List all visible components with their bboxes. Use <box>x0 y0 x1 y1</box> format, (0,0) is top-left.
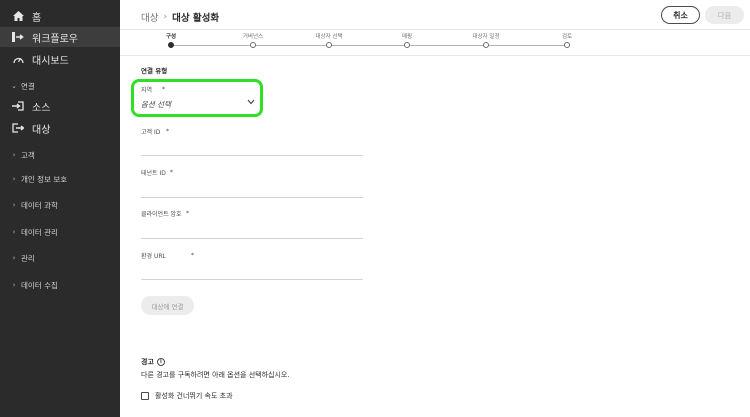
required-mark: * <box>191 252 194 259</box>
sidebar: 홈 워크플로우 대시보드 ⌄ 연결 소스 대상 › 고객 › 개인 정보 보호 <box>0 0 120 417</box>
workflow-stepper: 구성 거버넌스 대상자 선택 매핑 대상자 일정 검토 <box>120 30 750 56</box>
region-label: 지역 <box>141 87 153 94</box>
sidebar-group-label: 관리 <box>21 253 35 263</box>
region-picker[interactable]: 옵션 선택 <box>141 99 171 110</box>
cancel-button[interactable]: 취소 <box>661 6 700 24</box>
chevron-down-icon[interactable] <box>247 98 255 107</box>
sidebar-item-sources[interactable]: 소스 <box>0 96 120 116</box>
chevron-right-icon: › <box>12 281 16 289</box>
page-header: 대상 › 대상 활성화 취소 다음 <box>120 0 750 30</box>
sidebar-item-label: 홈 <box>32 12 42 24</box>
chevron-right-icon: › <box>12 151 16 159</box>
sidebar-item-label: 워크플로우 <box>32 33 78 45</box>
checkbox-label: 활성화 건너뛰기 속도 초과 <box>155 392 233 400</box>
sidebar-item-label: 대시보드 <box>32 55 69 67</box>
sidebar-item-workflows[interactable]: 워크플로우 <box>0 27 120 47</box>
sidebar-group-data-collection[interactable]: › 데이터 수집 <box>0 275 120 295</box>
destination-icon <box>8 123 28 133</box>
stepper-track <box>174 45 565 46</box>
sidebar-group-label: 데이터 수집 <box>21 280 58 290</box>
step-dot-governance[interactable] <box>250 42 256 48</box>
sidebar-group-data-science[interactable]: › 데이터 과학 <box>0 195 120 215</box>
activation-skipped-rate-checkbox[interactable] <box>141 392 149 400</box>
section-title-connection-type: 연결 유형 <box>141 67 168 75</box>
sidebar-group-data-management[interactable]: › 데이터 관리 <box>0 222 120 242</box>
sidebar-item-destinations[interactable]: 대상 <box>0 118 120 138</box>
breadcrumb-separator: › <box>163 12 168 22</box>
step-label-review: 검토 <box>561 34 573 40</box>
step-dot-review[interactable] <box>564 42 570 48</box>
client-password-label: 클라이언트 암호 <box>141 211 182 218</box>
sidebar-group-label: 연결 <box>21 81 35 91</box>
step-label-schedule: 대상자 일정 <box>472 34 500 40</box>
environment-url-label: 환경 URL <box>141 253 166 260</box>
required-mark: * <box>166 128 169 135</box>
chevron-down-icon: ⌄ <box>11 82 17 90</box>
customer-id-input[interactable] <box>141 155 363 156</box>
alerts-title: 경고 <box>141 358 154 366</box>
sidebar-group-customer[interactable]: › 고객 <box>0 145 120 165</box>
required-mark: * <box>186 210 189 217</box>
step-label-configure: 구성 <box>165 34 177 40</box>
sidebar-item-dashboards[interactable]: 대시보드 <box>0 49 120 69</box>
tenant-id-input[interactable] <box>141 197 363 198</box>
step-label-mapping: 매핑 <box>401 34 413 40</box>
sidebar-group-privacy[interactable]: › 개인 정보 보호 <box>0 169 120 189</box>
alert-checkbox-row[interactable]: 활성화 건너뛰기 속도 초과 <box>141 391 233 401</box>
home-icon <box>8 11 28 21</box>
required-mark: * <box>170 169 173 176</box>
customer-id-label: 고객 ID <box>141 129 161 136</box>
sidebar-group-connections[interactable]: ⌄ 연결 <box>0 76 120 96</box>
chevron-right-icon: › <box>12 175 16 183</box>
source-icon <box>8 101 28 111</box>
step-dot-configure[interactable] <box>168 42 174 48</box>
sidebar-item-home[interactable]: 홈 <box>0 6 120 26</box>
breadcrumb: 대상 › 대상 활성화 <box>141 10 219 24</box>
sidebar-item-label: 대상 <box>32 124 51 136</box>
sidebar-group-label: 데이터 관리 <box>21 227 58 237</box>
dashboard-icon <box>8 54 28 64</box>
step-label-select-audiences: 대상자 선택 <box>315 34 343 40</box>
sidebar-group-label: 개인 정보 보호 <box>21 174 68 184</box>
tenant-id-label: 테넌트 ID <box>141 170 166 177</box>
sidebar-group-administration[interactable]: › 관리 <box>0 248 120 268</box>
next-button[interactable]: 다음 <box>705 6 744 24</box>
page-title: 대상 활성화 <box>172 13 220 24</box>
workflow-icon <box>8 32 28 42</box>
client-password-input[interactable] <box>141 238 363 239</box>
chevron-right-icon: › <box>12 201 16 209</box>
sidebar-group-label: 데이터 과학 <box>21 200 58 210</box>
connect-to-destination-button[interactable]: 대상에 연결 <box>141 296 194 315</box>
step-label-governance: 거버넌스 <box>242 34 264 40</box>
sidebar-group-label: 고객 <box>21 150 35 160</box>
step-dot-mapping[interactable] <box>404 42 410 48</box>
environment-url-input[interactable] <box>141 279 363 280</box>
breadcrumb-destinations-link[interactable]: 대상 <box>141 10 158 24</box>
required-mark: * <box>162 86 165 93</box>
sidebar-item-label: 소스 <box>32 102 51 114</box>
info-icon[interactable]: i <box>156 358 165 366</box>
alerts-description: 다른 경고를 구독하려면 아래 옵션을 선택하십시오. <box>141 371 290 379</box>
step-dot-schedule[interactable] <box>483 42 489 48</box>
step-dot-select-audiences[interactable] <box>326 42 332 48</box>
chevron-right-icon: › <box>12 228 16 236</box>
alerts-heading: 경고 i <box>141 357 165 367</box>
chevron-right-icon: › <box>12 254 16 262</box>
